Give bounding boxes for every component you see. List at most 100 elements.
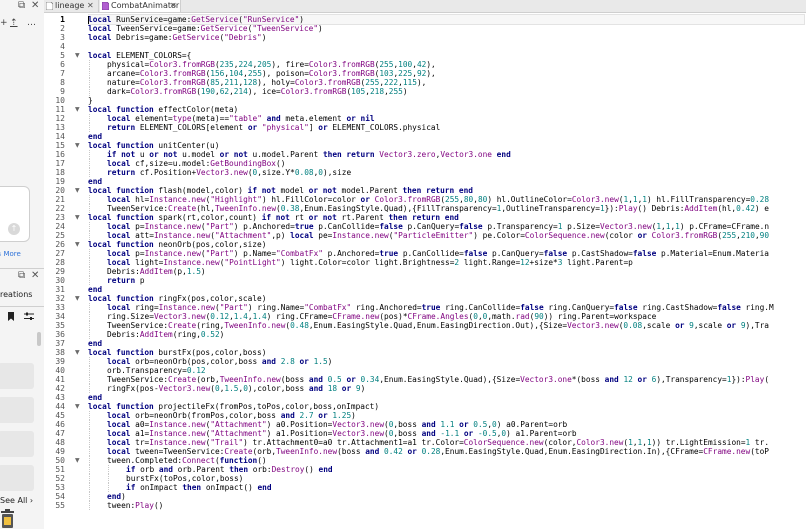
code-token: end [88,285,103,294]
code-line[interactable]: local RunService=game:GetService("RunSer… [88,14,805,25]
asset-card[interactable] [0,397,34,423]
code-line[interactable]: local tr=Instance.new("Trail") tr.Attach… [88,438,769,447]
close-icon[interactable]: ✕ [31,0,39,11]
code-line[interactable]: local function flash(model,color) if not… [88,186,473,195]
more-link[interactable]: ᵢ More [0,250,21,258]
code-line[interactable]: local function unitCenter(u) [88,141,219,150]
code-line[interactable]: burstFx(toPos,color,boss) [88,474,243,483]
creations-tab-label[interactable]: reations [0,290,32,299]
code-line[interactable]: local ELEMENT_COLORS={ [88,51,191,60]
send-arrow-icon[interactable]: ↑ [8,223,20,235]
code-line[interactable]: end [88,285,102,294]
code-line[interactable]: local orb=neonOrb(pos,color,boss and 2.8… [88,357,332,366]
fold-toggle-icon[interactable]: ▼ [75,213,80,222]
code-line[interactable]: TweenService:Create(orb,TweenInfo.new(bo… [88,375,769,384]
code-token: TweenService: [107,321,169,330]
indent-guide [89,168,90,177]
code-token: physical= [107,60,150,69]
filter-sliders-icon[interactable] [22,312,36,324]
close-icon[interactable]: ✕ [31,270,39,281]
code-line[interactable]: local Debris=game:GetService("Debris") [88,33,266,42]
tab-lineage[interactable]: lineage ✕ [44,0,99,12]
code-line[interactable]: TweenService:Create(hl,TweenInfo.new(0.3… [88,204,769,213]
code-line[interactable]: if orb and orb.Parent then orb:Destroy()… [88,465,333,474]
code-line[interactable]: return ELEMENT_COLORS[element or "physic… [88,123,440,132]
script-editor[interactable]: 1 2 3 4 5 ▼ 6 7 8 9 10 11 ▼ 12 13 14 15 ▼ 16 17 18 19 20 ▼ 21 22 2… [44,13,806,529]
export-icon[interactable]: ⇡ [10,18,18,28]
line-number: 54 [55,492,65,501]
asset-card[interactable] [0,465,34,491]
code-line[interactable]: Debris:AddItem(p,1.5) [88,267,206,276]
code-line[interactable]: local ring=Instance.new("Part") ring.Nam… [88,303,774,312]
bookmark-icon[interactable] [4,312,18,324]
undock-icon[interactable]: ⧉ [18,270,25,281]
code-line[interactable]: local element=type(meta)=="table" and me… [88,114,375,123]
code-line[interactable]: end [88,339,102,348]
undock-icon[interactable]: ⧉ [18,0,25,11]
tab-combatanimator[interactable]: CombatAnimator ✕ [100,0,181,12]
code-line[interactable]: tween:Play() [88,501,163,510]
code-line[interactable]: local tween=TweenService:Create(orb,Twee… [88,447,769,456]
code-line[interactable]: end [88,393,102,402]
code-line[interactable]: } [88,96,93,105]
more-link-label[interactable]: More [3,250,20,258]
code-line[interactable]: local function neonOrb(pos,color,size) [88,240,266,249]
code-line[interactable]: tween.Completed:Connect(function() [88,456,267,465]
code-line[interactable]: ringFx(pos-Vector3.new(0,1.5,0),color,bo… [88,384,365,393]
code-line[interactable]: local a0=Instance.new("Attachment") a0.P… [88,420,567,429]
code-line[interactable]: arcane=Color3.fromRGB(156,104,255), pois… [88,69,436,78]
code-line[interactable]: local function burstFx(pos,color,boss) [88,348,266,357]
fold-toggle-icon[interactable]: ▼ [75,402,80,411]
code-line[interactable]: local function ringFx(pos,color,scale) [88,294,266,303]
asset-card[interactable] [0,431,34,457]
code-line[interactable]: dark=Color3.fromRGB(190,62,214), ice=Col… [88,87,408,96]
code-token: 214 [233,87,248,96]
code-area[interactable]: local RunService=game:GetService("RunSer… [88,13,806,529]
fold-toggle-icon[interactable]: ▼ [75,348,80,357]
code-line[interactable]: local orb=neonOrb(fromPos,color,boss and… [88,411,356,420]
code-line[interactable]: local function spark(rt,color,count) if … [88,213,459,222]
line-number: 26 [55,240,65,249]
code-line[interactable]: local att=Instance.new("Attachment",p) l… [88,231,769,240]
code-line[interactable]: physical=Color3.fromRGB(235,224,205), fi… [88,60,436,69]
code-token: orb.Transparency= [107,366,187,375]
see-all-link[interactable]: See All › [0,496,33,505]
fold-toggle-icon[interactable]: ▼ [75,105,80,114]
code-line[interactable]: local a1=Instance.new("Attachment") a1.P… [88,429,577,438]
asset-card[interactable] [0,363,34,389]
fold-toggle-icon[interactable]: ▼ [75,186,80,195]
code-line[interactable]: local p=Instance.new("Part") p.Anchored=… [88,222,769,231]
close-icon[interactable]: ✕ [170,0,177,12]
code-line[interactable]: ring.Size=Vector3.new(0.12,1.4,1.4) ring… [88,312,656,321]
code-line[interactable]: Debris:AddItem(ring,0.52) [88,330,224,339]
code-line[interactable]: orb.Transparency=0.12 [88,366,206,375]
trash-icon[interactable] [0,508,16,529]
code-line[interactable]: TweenService:Create(ring,TweenInfo.new(0… [88,321,769,330]
fold-toggle-icon[interactable]: ▼ [75,51,80,60]
code-line[interactable]: end [88,177,102,186]
scrollbar-thumb[interactable] [37,332,41,346]
code-line[interactable]: nature=Color3.fromRGB(85,211,128), holy=… [88,78,426,87]
code-token: ,scale [642,321,676,330]
fold-toggle-icon[interactable]: ▼ [75,456,80,465]
code-line[interactable]: local TweenService=game:GetService("Twee… [88,24,323,33]
fold-toggle-icon[interactable]: ▼ [75,240,80,249]
fold-toggle-icon[interactable]: ▼ [75,141,80,150]
fold-toggle-icon[interactable]: ▼ [75,294,80,303]
code-line[interactable]: if onImpact then onImpact() end [88,483,272,492]
code-line[interactable]: local light=Instance.new("PointLight") l… [88,258,633,267]
code-line[interactable]: local function effectColor(meta) [88,105,238,114]
code-line[interactable]: local function projectileFx(fromPos,toPo… [88,402,379,411]
code-line[interactable]: end) [88,492,126,501]
close-icon[interactable]: ✕ [87,0,94,12]
code-line[interactable]: return p [88,276,145,285]
add-icon[interactable]: + [0,18,8,28]
indent-guide [89,474,90,483]
more-options-icon[interactable]: … [27,18,36,28]
code-line[interactable]: if not u or not u.model or not u.model.P… [88,150,511,159]
code-line[interactable]: local cf,size=u.model:GetBoundingBox() [88,159,285,168]
code-line[interactable]: local hl=Instance.new("Highlight") hl.Fi… [88,195,769,204]
code-line[interactable]: end [88,132,102,141]
code-line[interactable]: return cf.Position+Vector3.new(0,size.Y*… [88,168,351,177]
code-line[interactable]: local p=Instance.new("Part") p.Name="Com… [88,249,769,258]
